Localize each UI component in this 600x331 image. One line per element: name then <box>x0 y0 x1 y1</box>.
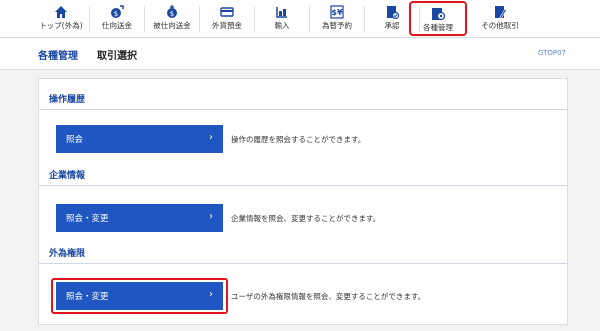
svg-text:$¥: $¥ <box>331 8 343 17</box>
svg-text:$: $ <box>170 10 174 18</box>
nav-item-management[interactable]: 各種管理 <box>409 1 467 36</box>
screen-code: GTOP07 <box>537 49 566 57</box>
nav-label: 各種管理 <box>423 23 453 32</box>
exchange-icon: $¥ <box>330 5 344 19</box>
button-label: 照会 <box>66 135 84 145</box>
nav-label: 輸入 <box>274 21 290 30</box>
operation-history-inquiry-button[interactable]: 照会 › <box>56 125 223 153</box>
nav-label: 被仕向送金 <box>153 21 191 30</box>
svg-text:$: $ <box>114 10 118 18</box>
section-description: ユーザの外為権限情報を照会、変更することができます。 <box>231 292 426 301</box>
chevron-right-icon: › <box>209 132 213 143</box>
section-header-fx-authority: 外為権限 <box>39 243 567 264</box>
section-title: 外為権限 <box>49 249 86 259</box>
nav-label: 仕向送金 <box>102 21 132 30</box>
section-description: 操作の履歴を照会することができます。 <box>231 135 366 144</box>
nav-item-top-fx[interactable]: トップ(外為) <box>34 0 88 37</box>
management-icon <box>431 7 445 21</box>
nav-item-outward-remittance[interactable]: $ 仕向送金 <box>90 0 144 37</box>
button-label: 照会・変更 <box>66 214 109 224</box>
company-info-inquiry-change-button[interactable]: 照会・変更 › <box>56 204 223 232</box>
page-subtitle: 取引選択 <box>97 51 137 62</box>
transaction-selection-panel: 操作履歴 照会 › 操作の履歴を照会することができます。 企業情報 照会・変更 … <box>38 78 568 325</box>
import-icon <box>275 5 289 19</box>
nav-item-inward-remittance[interactable]: $ 被仕向送金 <box>145 0 199 37</box>
top-navigation: トップ(外為) $ 仕向送金 $ 被仕向送金 外貨預金 輸入 $¥ 為替予約 承… <box>0 0 600 38</box>
nav-label: 為替予約 <box>322 21 352 30</box>
section-header-operation-history: 操作履歴 <box>39 89 567 110</box>
fx-authority-inquiry-change-button[interactable]: 照会・変更 › <box>56 282 223 310</box>
section-title: 企業情報 <box>49 171 86 181</box>
nav-label: 外貨預金 <box>212 21 242 30</box>
send-money-icon: $ <box>110 5 124 19</box>
page-title: 各種管理 <box>38 51 78 62</box>
nav-label: トップ(外為) <box>39 21 83 30</box>
section-description: 企業情報を照会、変更することができます。 <box>231 214 381 223</box>
nav-item-other-transactions[interactable]: その他取引 <box>470 0 530 37</box>
page-header: 各種管理 取引選択 GTOP07 <box>0 38 600 70</box>
home-icon <box>54 5 68 19</box>
other-transactions-icon <box>493 5 507 19</box>
chevron-right-icon: › <box>209 211 213 222</box>
button-label: 照会・変更 <box>66 292 109 302</box>
chevron-right-icon: › <box>209 289 213 300</box>
nav-item-fx-contract[interactable]: $¥ 為替予約 <box>310 0 364 37</box>
deposit-icon <box>220 5 234 19</box>
section-header-company-info: 企業情報 <box>39 165 567 186</box>
receive-money-icon: $ <box>165 5 179 19</box>
nav-label: その他取引 <box>481 21 519 30</box>
nav-item-fx-deposit[interactable]: 外貨預金 <box>200 0 254 37</box>
section-title: 操作履歴 <box>49 95 86 105</box>
nav-item-import[interactable]: 輸入 <box>255 0 309 37</box>
approval-icon <box>385 5 399 19</box>
